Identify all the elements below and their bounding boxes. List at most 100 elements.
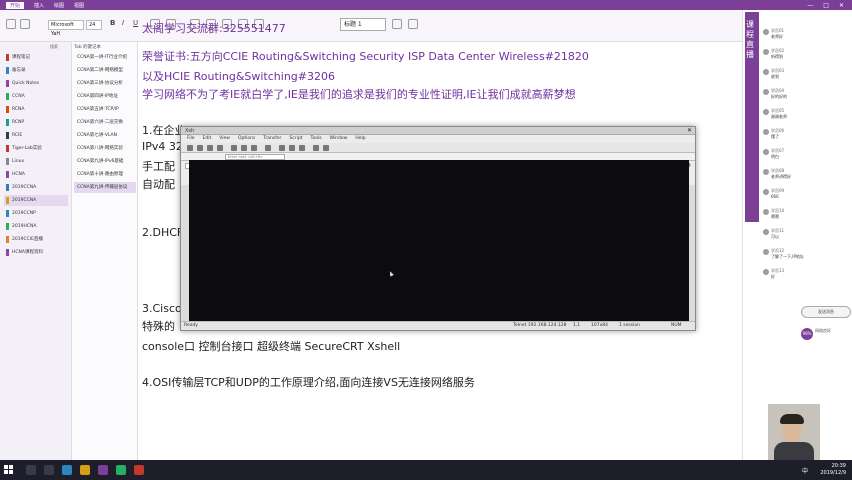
page-item[interactable]: CCNA第六讲-二层交换 xyxy=(74,117,136,128)
xshell-icon[interactable] xyxy=(116,465,126,475)
tab-draw[interactable]: 绘图 xyxy=(54,2,64,9)
page-item[interactable]: CCNA第三讲-协议分析 xyxy=(74,78,136,89)
open-icon[interactable] xyxy=(197,145,203,151)
new-session-icon[interactable] xyxy=(187,145,193,151)
font-icon[interactable] xyxy=(289,145,295,151)
notebook-section-item[interactable]: Quick Notes xyxy=(4,78,68,89)
page-item[interactable]: CCNA第一讲-IT行业介绍 xyxy=(74,52,136,63)
page-item[interactable]: CCNA第十讲-路由原理 xyxy=(74,169,136,180)
notebook-section-item[interactable]: HCNA xyxy=(4,169,68,180)
tag-icon[interactable] xyxy=(392,19,402,29)
ribbon-toolbar: Microsoft YaH 24 B I U 标题 1 xyxy=(0,10,852,42)
section-search[interactable]: 搜索 xyxy=(50,44,70,51)
live-banner: 课程直播 xyxy=(745,12,759,222)
tab-view[interactable]: 视图 xyxy=(74,2,84,9)
lock-icon[interactable] xyxy=(299,145,305,151)
chat-text: 好的好的 xyxy=(771,94,787,99)
xshell-close-icon[interactable]: ✕ xyxy=(687,127,692,135)
page-item[interactable]: CCNA第八讲-网络实验 xyxy=(74,143,136,154)
send-message-button[interactable]: 发送消息 xyxy=(801,306,851,318)
disconnect-icon[interactable] xyxy=(217,145,223,151)
minimize-icon[interactable]: — xyxy=(807,2,813,9)
file-explorer-icon[interactable] xyxy=(80,465,90,475)
browser-icon[interactable] xyxy=(62,465,72,475)
tab-insert[interactable]: 插入 xyxy=(34,2,44,9)
todo-icon[interactable] xyxy=(408,19,418,29)
notebook-section-item[interactable]: HCNA课程资料 xyxy=(4,247,68,258)
close-icon[interactable]: ✕ xyxy=(839,2,844,9)
section-color-marker xyxy=(6,236,9,243)
system-clock[interactable]: 20:39 2019/12/9 xyxy=(820,463,846,477)
chat-text: 666 xyxy=(771,194,779,199)
paste-icon[interactable] xyxy=(241,145,247,151)
notebook-section-item[interactable]: Linux xyxy=(4,156,68,167)
chat-message: 学员11 可以 xyxy=(763,228,849,242)
menu-help[interactable]: Help xyxy=(355,135,365,143)
notebook-section-item[interactable]: 2019HCNA xyxy=(4,221,68,232)
find-icon[interactable] xyxy=(251,145,257,151)
notebook-section-item[interactable]: 课程笔记 xyxy=(4,52,68,63)
tab-home[interactable]: 开始 xyxy=(6,1,25,9)
task-view-icon[interactable] xyxy=(44,465,54,475)
paste-icon[interactable] xyxy=(6,19,16,29)
notebook-section-label: HCNA xyxy=(12,172,25,177)
chat-text: 收到 xyxy=(771,74,779,79)
notebook-section-item[interactable]: 2019CCNP xyxy=(4,208,68,219)
app-icon[interactable] xyxy=(134,465,144,475)
menu-options[interactable]: Options xyxy=(238,135,255,143)
page-item[interactable]: CCNA第五讲-TCP/IP xyxy=(74,104,136,115)
color-scheme-icon[interactable] xyxy=(279,145,285,151)
notebook-section-label: CCNA xyxy=(12,94,25,99)
network-quality-text: 网络良好 xyxy=(815,328,831,333)
notebook-section-item[interactable]: 2019CCIE直播 xyxy=(4,234,68,245)
print-icon[interactable] xyxy=(265,145,271,151)
menu-tools[interactable]: Tools xyxy=(310,135,321,143)
style-heading-select[interactable]: 标题 1 xyxy=(340,18,386,31)
italic-button[interactable]: I xyxy=(122,19,124,27)
network-quality-badge: 98% xyxy=(801,328,813,340)
chat-message: 学员09 666 xyxy=(763,188,849,202)
windows-start-icon[interactable] xyxy=(4,465,14,475)
notebook-section-item[interactable]: 2019CCNA xyxy=(4,195,68,206)
page-item[interactable]: CCNA第九讲-IPv6基础 xyxy=(74,156,136,167)
notebook-section-item[interactable]: RCNP xyxy=(4,117,68,128)
underline-button[interactable]: U xyxy=(133,19,138,27)
menu-view[interactable]: View xyxy=(219,135,230,143)
notebook-section-item[interactable]: RCIE xyxy=(4,130,68,141)
input-method-indicator[interactable]: 中 xyxy=(802,466,808,475)
page-item[interactable]: CCNA第四讲-IP地址 xyxy=(74,91,136,102)
status-connection: Telnet 192.168.124.128 xyxy=(513,323,567,328)
onenote-icon[interactable] xyxy=(98,465,108,475)
menu-script[interactable]: Script xyxy=(289,135,302,143)
menu-file[interactable]: File xyxy=(187,135,195,143)
terminal-area[interactable] xyxy=(189,160,689,323)
notebook-section-item[interactable]: RCNA xyxy=(4,104,68,115)
notebook-section-item[interactable]: Tiger-Lab实验 xyxy=(4,143,68,154)
search-icon[interactable] xyxy=(26,465,36,475)
bold-button[interactable]: B xyxy=(110,19,115,27)
note-item-1: 1.在企业 xyxy=(142,124,186,137)
font-name-select[interactable]: Microsoft YaH xyxy=(48,20,84,37)
transparent-icon[interactable] xyxy=(323,145,329,151)
note-line-group: 太阁学习交流群:325551477 xyxy=(142,22,286,35)
connect-icon[interactable] xyxy=(207,145,213,151)
page-item[interactable]: CCNA第九讲-传输层协议 xyxy=(74,182,136,193)
menu-edit[interactable]: Edit xyxy=(203,135,212,143)
copy-icon[interactable] xyxy=(231,145,237,151)
chat-message: 学员10 嗯嗯 xyxy=(763,208,849,222)
font-size-select[interactable]: 24 xyxy=(86,20,102,30)
notebook-section-item[interactable]: 备忘录 xyxy=(4,65,68,76)
fullscreen-icon[interactable] xyxy=(313,145,319,151)
menu-window[interactable]: Window xyxy=(330,135,348,143)
notebook-section-item[interactable]: CCNA xyxy=(4,91,68,102)
notebook-section-item[interactable]: 2019CCNA xyxy=(4,182,68,193)
menu-transfer[interactable]: Transfer xyxy=(263,135,281,143)
page-item[interactable]: CCNA第七讲-VLAN xyxy=(74,130,136,141)
notebook-section-label: 2019HCNA xyxy=(12,224,37,229)
xshell-window[interactable]: Xsh ✕ File Edit View Options Transfer Sc… xyxy=(180,126,696,331)
avatar xyxy=(763,229,769,235)
cut-icon[interactable] xyxy=(20,19,30,29)
page-item[interactable]: CCNA第二讲-网络模型 xyxy=(74,65,136,76)
maximize-icon[interactable]: □ xyxy=(823,2,829,9)
note-line-motto: 学习网络不为了考IE就白学了,IE是我们的追求是我们的专业性证明,IE让我们成就… xyxy=(142,88,576,101)
